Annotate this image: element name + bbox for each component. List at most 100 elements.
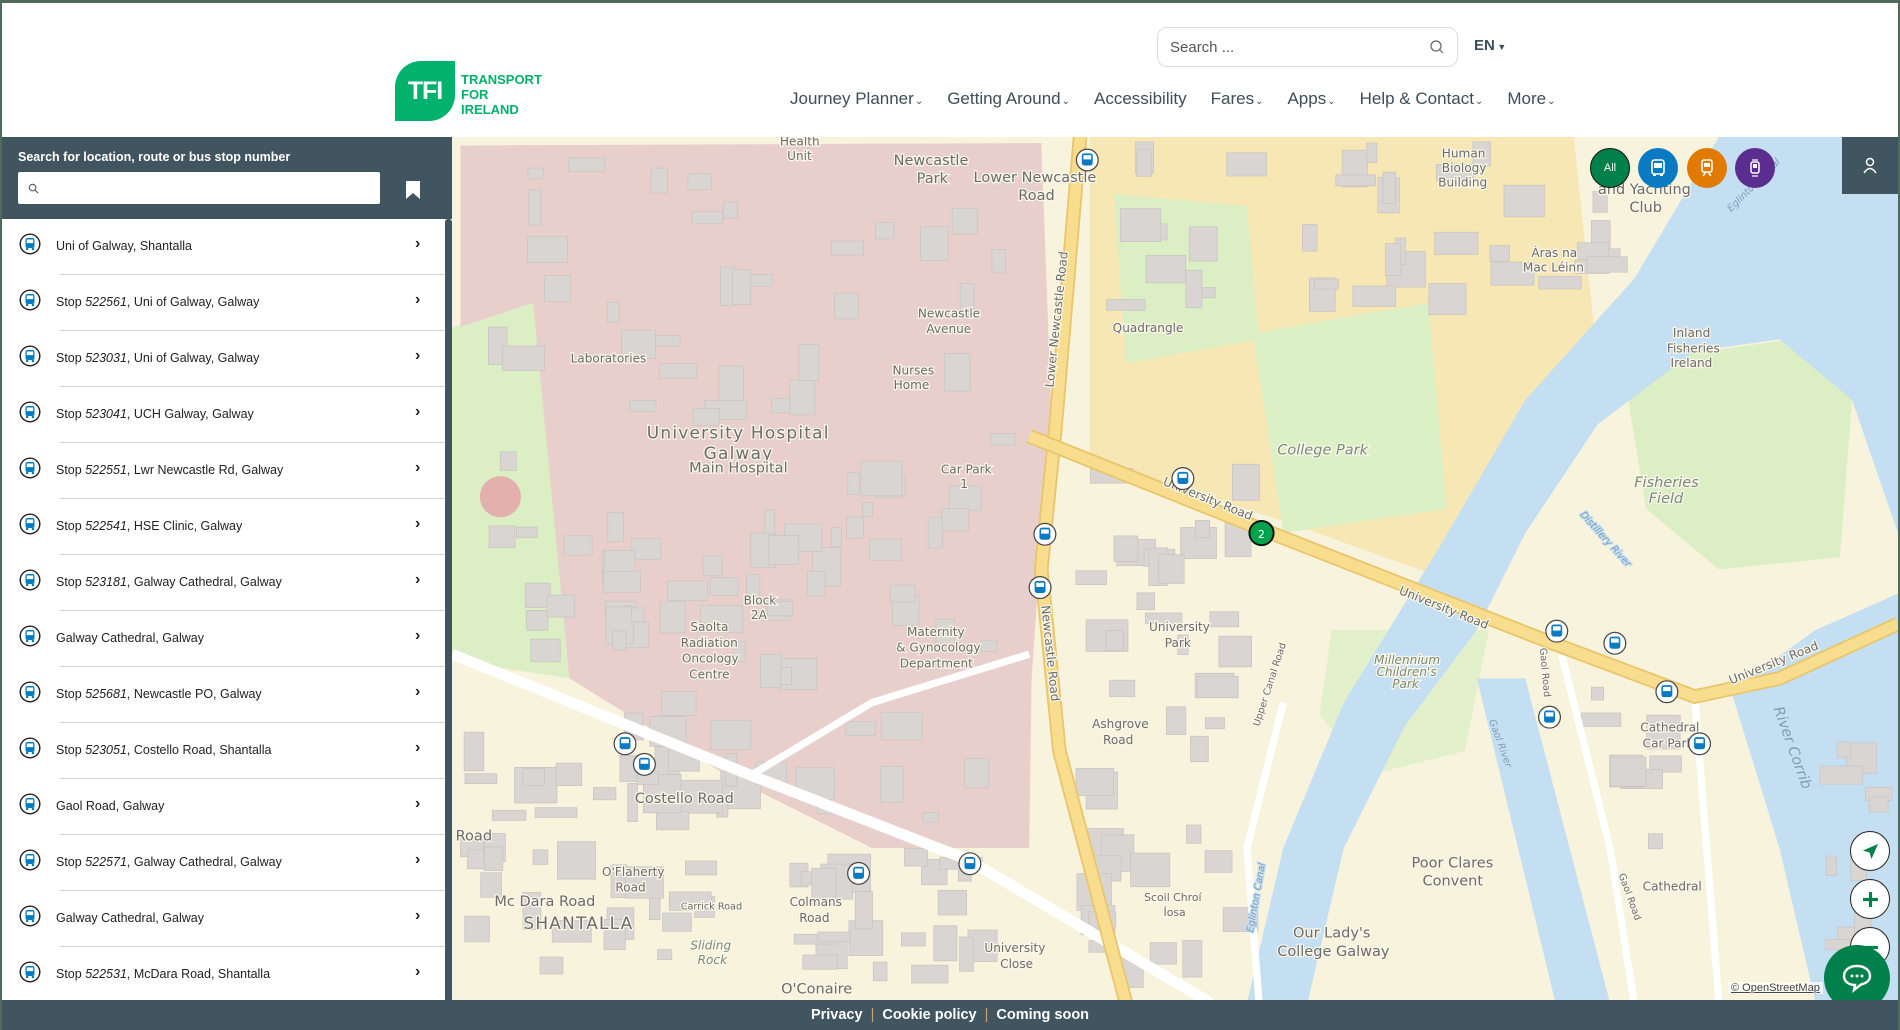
result-prefix: Stop [56, 855, 86, 869]
search-result-item[interactable]: Stop 523051, Costello Road, Shantalla › [2, 723, 445, 779]
mode-filter-bus[interactable] [1638, 148, 1678, 188]
language-selector[interactable]: EN ▼ [1474, 37, 1506, 54]
nav-item-accessibility[interactable]: Accessibility [1094, 89, 1187, 109]
nav-item-more[interactable]: More⌄ [1507, 89, 1555, 109]
search-result-item[interactable]: Stop 523031, Uni of Galway, Galway › [2, 331, 445, 387]
building [959, 936, 974, 972]
site-search-input[interactable]: Search ... [1157, 27, 1458, 67]
nav-label: Help & Contact [1359, 89, 1474, 108]
search-result-item[interactable]: Stop 523181, Galway Cathedral, Galway › [2, 555, 445, 611]
search-icon[interactable] [1429, 39, 1445, 55]
search-result-item[interactable]: Galway Cathedral, Galway › [2, 891, 445, 947]
building [539, 956, 564, 975]
bookmark-icon[interactable] [406, 181, 420, 199]
mode-filter-rail[interactable] [1687, 148, 1727, 188]
map-canvas[interactable]: University Hospital Galway Main Hospital… [452, 137, 1898, 1003]
result-label: Stop 525681, Newcastle PO, Galway [56, 687, 262, 701]
search-result-item[interactable]: Stop 525681, Newcastle PO, Galway › [2, 667, 445, 723]
building [630, 537, 662, 561]
building [901, 932, 926, 947]
bus-stop-marker[interactable] [1545, 619, 1569, 643]
building [718, 365, 744, 401]
chevron-right-icon: › [415, 515, 421, 532]
coming-soon-link[interactable]: Coming soon [996, 1007, 1089, 1023]
bus-stop-marker[interactable] [958, 852, 982, 876]
result-prefix: Stop [56, 687, 86, 701]
building [1648, 833, 1663, 850]
search-result-item[interactable]: Stop 522541, HSE Clinic, Galway › [2, 499, 445, 555]
building [1165, 706, 1187, 735]
bus-stop-marker[interactable] [1603, 631, 1627, 655]
map-label: Newcastle [918, 306, 980, 320]
bus-stop-icon [19, 513, 41, 535]
mode-all-label: All [1603, 162, 1617, 174]
bus-stop-marker[interactable] [1033, 522, 1057, 546]
location-search-input[interactable] [18, 172, 380, 204]
zoom-in-button[interactable] [1850, 879, 1890, 919]
bus-stop-marker[interactable] [1538, 705, 1562, 729]
map-label: Cathedral [1640, 721, 1699, 735]
building [1503, 184, 1545, 218]
bus-stop-marker[interactable] [1028, 576, 1052, 600]
osm-attribution[interactable]: © OpenStreetMap [1728, 982, 1823, 994]
nav-item-fares[interactable]: Fares⌄ [1211, 89, 1264, 109]
nav-item-apps[interactable]: Apps⌄ [1287, 89, 1335, 109]
building [1231, 463, 1260, 501]
bus-stop-marker[interactable] [1075, 148, 1099, 172]
bus-stop-marker[interactable] [613, 732, 637, 756]
building [904, 848, 928, 867]
building [861, 502, 874, 518]
result-label: Stop 522541, HSE Clinic, Galway [56, 519, 242, 533]
search-result-item[interactable]: Stop 522571, Galway Cathedral, Galway › [2, 835, 445, 891]
building [922, 812, 939, 823]
building [1204, 850, 1233, 873]
building [1385, 243, 1402, 276]
bus-stop-marker[interactable] [1655, 680, 1679, 704]
chat-button[interactable] [1824, 945, 1890, 1003]
stop-number: 525681 [85, 687, 127, 701]
map-label: Home [894, 378, 930, 392]
nav-item-help-contact[interactable]: Help & Contact⌄ [1360, 89, 1484, 109]
search-result-item[interactable]: Galway Cathedral, Galway › [2, 611, 445, 667]
result-label: Stop 523181, Galway Cathedral, Galway [56, 575, 282, 589]
building [604, 550, 636, 572]
locate-me-button[interactable] [1850, 831, 1890, 871]
search-result-item[interactable]: Stop 522531, McDara Road, Shantalla › [2, 947, 445, 1003]
results-scrollbar[interactable] [445, 219, 452, 1003]
bus-stop-icon [19, 905, 41, 927]
building [1185, 269, 1203, 309]
map-label: Cathedral [1643, 879, 1702, 893]
bus-stop-icon [19, 849, 41, 871]
building [555, 762, 583, 786]
nav-item-getting-around[interactable]: Getting Around⌄ [947, 89, 1070, 109]
search-result-item[interactable]: Gaol Road, Galway › [2, 779, 445, 835]
map-label: Centre [689, 667, 729, 681]
stop-number: 522541 [85, 519, 127, 533]
map[interactable]: University Hospital Galway Main Hospital… [452, 137, 1898, 1003]
search-result-item[interactable]: Uni of Galway, Shantalla › [2, 219, 445, 275]
nav-label: Apps [1287, 89, 1327, 108]
mode-filter-all[interactable]: All [1590, 148, 1630, 188]
divider: | [870, 1007, 875, 1023]
search-result-item[interactable]: Stop 522561, Uni of Galway, Galway › [2, 275, 445, 331]
map-label: Áras na [1531, 245, 1577, 260]
building [854, 891, 873, 930]
account-button[interactable] [1842, 137, 1898, 194]
bus-stop-marker[interactable] [1688, 732, 1712, 756]
result-prefix: Stop [56, 407, 86, 421]
stop-cluster[interactable]: 2 [1248, 519, 1275, 547]
building [980, 639, 998, 652]
mode-filter-tram[interactable] [1735, 148, 1775, 188]
bus-stop-icon [19, 457, 41, 479]
map-label: Convent [1422, 874, 1483, 890]
bus-stop-marker[interactable] [847, 861, 871, 885]
bus-stop-marker[interactable] [1171, 467, 1195, 491]
nav-item-journey-planner[interactable]: Journey Planner⌄ [790, 89, 923, 109]
tfi-logo[interactable]: TFI TRANSPORT FOR IRELAND [395, 61, 542, 121]
map-label: Lower Newcastle [974, 170, 1097, 186]
search-result-item[interactable]: Stop 523041, UCH Galway, Galway › [2, 387, 445, 443]
search-result-item[interactable]: Stop 522551, Lwr Newcastle Rd, Galway › [2, 443, 445, 499]
cookie-policy-link[interactable]: Cookie policy [882, 1007, 976, 1023]
privacy-link[interactable]: Privacy [811, 1007, 863, 1023]
bus-stop-marker[interactable] [632, 752, 656, 776]
